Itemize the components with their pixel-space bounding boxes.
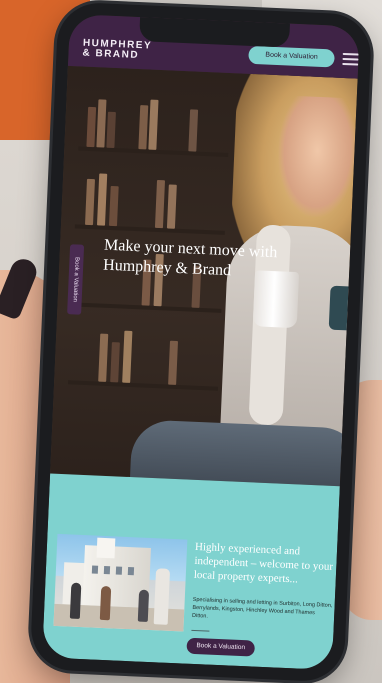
menu-bar [342,52,359,56]
pedestrian [99,585,112,621]
smartphone-device: HUMPHREY & BRAND Book a Valuation Book a… [29,1,373,683]
building-window [103,565,111,575]
bookshelf-row [68,310,222,391]
menu-bar [342,62,359,66]
divider-line [191,629,210,632]
pedestrian [69,582,82,619]
building-tower [96,537,116,559]
bookshelf-row [74,154,228,235]
handheld-phone [328,285,357,331]
woman-face [275,95,358,219]
brand-logo[interactable]: HUMPHREY & BRAND [82,38,152,62]
book-valuation-header-button[interactable]: Book a Valuation [248,45,335,68]
hero-section: Book a Valuation Make your next move wit… [50,65,358,487]
side-tab-label: Book a Valuation [71,256,80,303]
intro-section: Highly experienced and independent – wel… [42,473,340,671]
book [122,330,133,383]
book [85,178,95,226]
pedestrian [137,589,150,622]
book [98,333,109,382]
intro-subtext: Specialising in selling and letting in S… [191,596,333,620]
book [168,340,179,385]
menu-bar [342,57,359,61]
building-window [115,566,123,575]
book [96,173,108,226]
book [154,179,166,229]
book [106,111,116,149]
intro-heading: Highly experienced and independent – wel… [193,540,334,586]
woman-jeans [129,419,358,487]
book [96,99,107,148]
book [110,342,120,383]
book [108,185,119,227]
building-window [91,565,99,574]
book [86,106,97,148]
book [166,184,177,229]
book [188,109,199,152]
phone-screen: HUMPHREY & BRAND Book a Valuation Book a… [42,13,360,671]
book-valuation-button[interactable]: Book a Valuation [186,637,256,657]
building-window [127,567,135,576]
hamburger-menu-icon[interactable] [342,52,359,66]
pedestrian [153,568,171,625]
book [148,99,159,150]
office-building-photo [53,533,188,632]
book [138,105,149,150]
bookshelf-row [78,76,232,158]
